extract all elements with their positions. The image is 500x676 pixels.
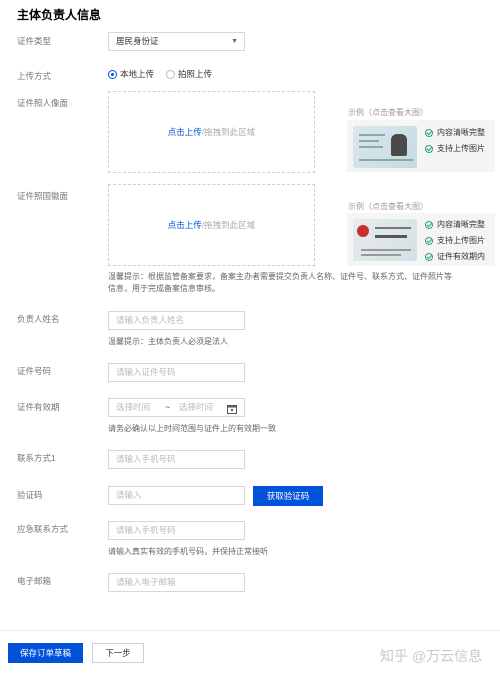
id-type-label: 证件类型	[17, 36, 52, 46]
check-item: 支持上传图片	[425, 235, 485, 246]
upload-link[interactable]: 点击上传	[168, 126, 202, 138]
id-type-value: 居民身份证	[116, 36, 159, 46]
radio-local-upload[interactable]: 本地上传	[108, 68, 154, 80]
id-back-label: 证件照国徽面	[17, 191, 69, 201]
email-label: 电子邮箱	[17, 576, 52, 586]
id-number-input[interactable]: 请输入证件号码	[108, 363, 245, 382]
upload-text: /拖拽到此区域	[201, 220, 256, 230]
save-draft-button[interactable]: 保存订单草稿	[8, 643, 83, 663]
check-item: 内容清晰完整	[425, 127, 485, 138]
example-label: 示例（点击查看大图）	[348, 108, 428, 117]
check-circle-icon	[425, 252, 433, 261]
date-range-picker[interactable]: 选择时间 ~ 选择时间	[108, 398, 245, 417]
id-back-upload-area[interactable]: 点击上传/拖拽到此区域	[108, 184, 315, 266]
id-card-front-thumbnail	[353, 126, 417, 168]
name-hint: 温馨提示：主体负责人必须是法人	[108, 337, 228, 346]
radio-unselected-icon	[166, 69, 176, 79]
id-number-label: 证件号码	[17, 366, 52, 376]
id-card-back-thumbnail	[353, 219, 417, 261]
name-input[interactable]: 请输入负责人姓名	[108, 311, 245, 330]
upload-text: /拖拽到此区域	[201, 127, 256, 137]
id-front-label: 证件照人像面	[17, 98, 69, 108]
phone-input[interactable]: 请输入手机号码	[108, 450, 245, 469]
get-code-button[interactable]: 获取验证码	[253, 486, 323, 506]
radio-label: 拍照上传	[178, 69, 213, 79]
validity-label: 证件有效期	[17, 402, 60, 412]
check-item: 支持上传图片	[425, 143, 485, 154]
check-circle-icon	[425, 220, 433, 229]
radio-photo-upload[interactable]: 拍照上传	[166, 68, 212, 80]
check-item: 证件有效期内	[425, 251, 485, 262]
calendar-icon[interactable]	[227, 403, 237, 420]
phone-label: 联系方式1	[17, 453, 56, 463]
start-date-input[interactable]: 选择时间	[116, 399, 150, 416]
check-item: 内容清晰完整	[425, 219, 485, 230]
watermark: 知乎 @万云信息	[380, 648, 483, 664]
verify-code-input[interactable]: 请输入	[108, 486, 245, 505]
upload-method-label: 上传方式	[17, 71, 52, 81]
id-front-upload-area[interactable]: 点击上传/拖拽到此区域	[108, 91, 315, 173]
check-circle-icon	[425, 144, 433, 153]
end-date-input[interactable]: 选择时间	[179, 399, 213, 416]
chevron-down-icon: ▼	[231, 38, 238, 45]
example-label: 示例（点击查看大图）	[348, 202, 428, 211]
validity-hint: 请务必确认以上时间范围与证件上的有效期一致	[108, 424, 276, 433]
section-title: 主体负责人信息	[17, 8, 102, 22]
name-label: 负责人姓名	[17, 314, 60, 324]
emergency-hint: 请输入真实有效的手机号码，并保持正常接听	[108, 547, 268, 556]
example-front-image[interactable]: 内容清晰完整 支持上传图片	[347, 120, 495, 172]
verify-code-label: 验证码	[17, 490, 43, 500]
emergency-input[interactable]: 请输入手机号码	[108, 521, 245, 540]
check-circle-icon	[425, 236, 433, 245]
radio-label: 本地上传	[120, 69, 155, 79]
example-back-image[interactable]: 内容清晰完整 支持上传图片 证件有效期内	[347, 213, 495, 266]
radio-selected-icon	[108, 69, 117, 79]
email-input[interactable]: 请输入电子邮箱	[108, 573, 245, 592]
next-button[interactable]: 下一步	[92, 643, 144, 663]
check-circle-icon	[425, 128, 433, 137]
emergency-label: 应急联系方式	[17, 524, 69, 534]
upload-link[interactable]: 点击上传	[168, 219, 202, 231]
upload-hint: 温馨提示：根据监管备案要求，备案主办者需要提交负责人名称、证件号、联系方式、证件…	[108, 272, 452, 293]
date-separator: ~	[165, 402, 170, 412]
id-type-select[interactable]: 居民身份证 ▼	[108, 32, 245, 51]
